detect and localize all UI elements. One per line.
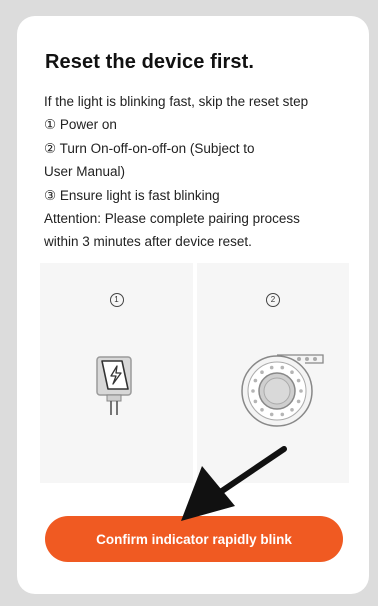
page-title: Reset the device first. [45,51,255,73]
instruction-line: If the light is blinking fast, skip the … [44,94,309,109]
attention-line: Attention: Please complete pairing proce… [44,211,300,227]
step-number-2: 2 [266,293,280,307]
confirm-button[interactable]: Confirm indicator rapidly blink [45,516,343,562]
fan-device-icon [237,347,337,432]
reset-card: Reset the device first. If the light is … [17,16,369,594]
attention-line-cont: within 3 minutes after device reset. [44,234,252,250]
illustration-step-2: 2 [197,263,349,483]
step-number-1: 1 [109,293,124,307]
instruction-step-1: ① Power on [44,117,117,133]
instruction-step-2-cont: User Manual) [44,164,126,180]
instructions: If the light is blinking fast, skip the … [44,90,344,254]
power-plug-icon [90,355,138,424]
instruction-step-3: ③ Ensure light is fast blinking [44,187,220,203]
instruction-step-2: ② Turn On-off-on-off-on (Subject to [44,140,255,156]
illustration-step-1: 1 [40,263,193,483]
